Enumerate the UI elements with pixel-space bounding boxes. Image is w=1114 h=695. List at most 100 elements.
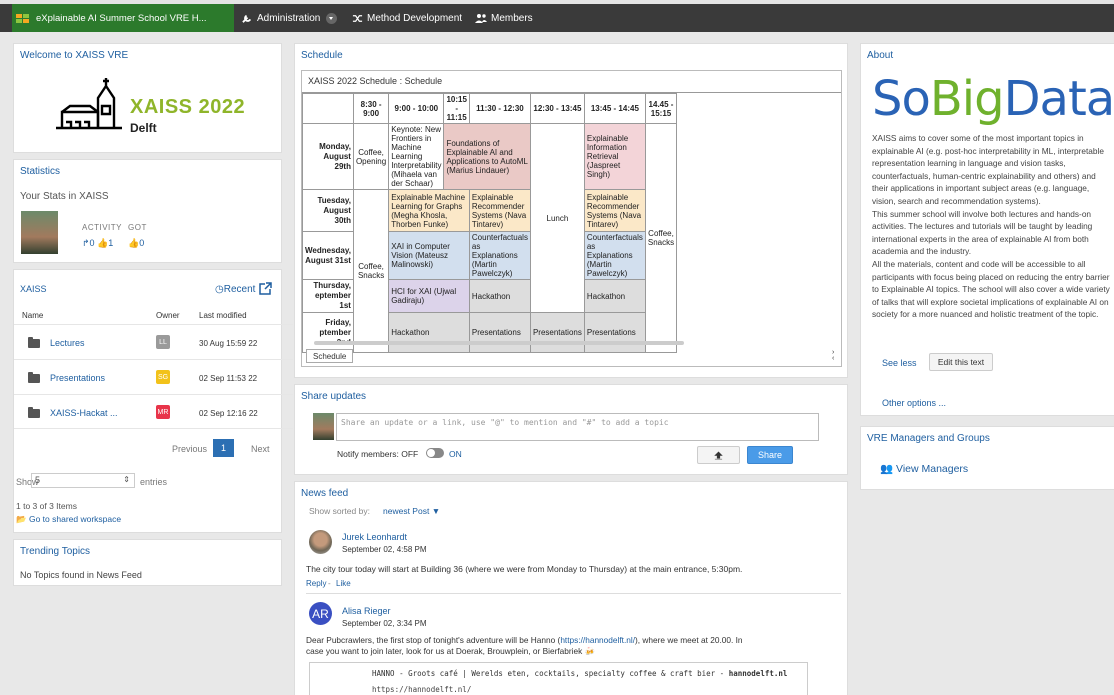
vre-home-link[interactable]: eXplainable AI Summer School VRE H... — [12, 4, 234, 32]
session-cell: Foundations of Explainable AI and Applic… — [443, 123, 531, 190]
share-title: Share updates — [301, 391, 367, 402]
pagination-page-1[interactable]: 1 — [213, 439, 234, 457]
column-name[interactable]: Name — [22, 311, 43, 320]
time-header: 10:15 - 11:15 — [443, 93, 470, 124]
see-less-link[interactable]: See less — [882, 358, 917, 368]
time-header: 9:00 - 10:00 — [388, 93, 445, 124]
reply-link[interactable]: Reply — [306, 579, 326, 588]
post-date: September 02, 3:34 PM — [342, 619, 427, 628]
xaiss-logo-title: XAISS 2022 — [130, 96, 246, 118]
day-label: Tuesday, August 30th — [302, 189, 354, 232]
schedule-title: Schedule — [301, 50, 343, 61]
session-cell: Counterfactuals as Explanations (Martin … — [468, 231, 531, 280]
got-label: GOT — [128, 223, 147, 232]
session-cell: Coffee, Snacks — [644, 123, 678, 353]
file-modified: 02 Sep 12:16 22 — [199, 409, 258, 418]
sort-dropdown[interactable]: newest Post ▼ — [383, 506, 440, 516]
time-header: 12:30 - 13:45 — [529, 93, 585, 124]
entries-select[interactable]: 5 ⇕ — [31, 473, 135, 488]
nav-method-development[interactable]: Method Development — [352, 4, 462, 32]
session-cell: Hackathon — [583, 279, 646, 313]
select-arrows-icon: ⇕ — [123, 475, 130, 484]
session-cell: Presentations — [529, 312, 585, 353]
column-last-modified[interactable]: Last modified — [199, 311, 247, 320]
notify-label: Notify members: OFF — [337, 449, 419, 459]
file-name[interactable]: XAISS-Hackat ... — [50, 408, 118, 418]
toggle-knob — [427, 449, 435, 457]
session-cell: Explainable Recommender Systems (Nava Ti… — [468, 189, 531, 232]
nav-administration-label: Administration — [257, 12, 321, 24]
workspace-title: XAISS — [20, 284, 47, 294]
day-label: Wednesday, August 31st — [302, 231, 354, 280]
session-cell: Explainable Machine Learning for Graphs … — [388, 189, 470, 232]
post-date: September 02, 4:58 PM — [342, 545, 427, 554]
vre-title: eXplainable AI Summer School VRE H... — [36, 12, 207, 24]
sort-value: newest Post — [383, 506, 430, 516]
session-cell: HCI for XAI (Ujwal Gadiraju) — [388, 279, 470, 313]
table-row[interactable]: Presentations SG 02 Sep 11:53 22 — [14, 359, 293, 394]
sheet-tab[interactable]: Schedule — [306, 349, 354, 363]
shared-workspace-label: Go to shared workspace — [28, 514, 122, 524]
notify-toggle[interactable] — [426, 448, 444, 458]
logo-part: Big — [929, 71, 1005, 127]
session-cell: XAI in Computer Vision (Mateusz Malinows… — [388, 231, 470, 280]
edit-text-button[interactable]: Edit this text — [929, 353, 993, 371]
vre-managers-panel: VRE Managers and Groups 👥 View Managers — [860, 426, 1114, 490]
session-cell: Keynote: New Frontiers in Machine Learni… — [388, 123, 445, 190]
about-text: XAISS aims to cover some of the most imp… — [872, 132, 1112, 321]
about-panel: About SoBigData XAISS aims to cover some… — [860, 43, 1114, 416]
separator: - — [328, 579, 331, 588]
link-preview-card[interactable]: HANNO - Groots café | Werelds eten, cock… — [309, 662, 808, 695]
post-text-part: ), where we meet at 20.00. In — [635, 635, 743, 645]
recent-link[interactable]: ◷Recent — [215, 284, 255, 295]
chevron-down-icon — [326, 12, 338, 24]
column-owner[interactable]: Owner — [156, 311, 180, 320]
horizontal-scrollbar[interactable] — [314, 341, 684, 345]
nav-members[interactable]: Members — [475, 4, 533, 32]
other-options-link[interactable]: Other options ... — [882, 398, 946, 408]
notify-on-label[interactable]: ON — [449, 449, 462, 459]
author-avatar — [309, 530, 332, 554]
pagination-previous[interactable]: Previous — [172, 444, 207, 454]
activity-values: ↱0 👍1 — [82, 238, 114, 248]
schedule-caption: XAISS 2022 Schedule : Schedule — [302, 71, 841, 93]
external-link-icon[interactable] — [259, 282, 272, 295]
delft-church-logo-icon — [56, 78, 122, 130]
file-name[interactable]: Presentations — [50, 373, 105, 383]
activity-label: ACTIVITY — [82, 223, 123, 232]
file-modified: 30 Aug 15:59 22 — [199, 339, 258, 348]
post-author[interactable]: Alisa Rieger — [342, 606, 391, 616]
got-values: 👍0 — [128, 238, 145, 248]
post-link[interactable]: https://hannodelft.nl/ — [560, 635, 635, 645]
view-managers-label: View Managers — [896, 463, 969, 475]
owner-badge: SG — [156, 370, 170, 384]
wrench-icon — [242, 14, 252, 23]
file-name[interactable]: Lectures — [50, 338, 85, 348]
session-cell: Lunch — [529, 123, 585, 313]
users-icon — [475, 14, 487, 23]
entries-label: entries — [140, 477, 168, 487]
view-managers-link[interactable]: 👥 View Managers — [880, 462, 968, 475]
time-header: 14.45 - 15:15 — [644, 93, 678, 124]
share-button[interactable]: Share — [747, 446, 793, 464]
table-row[interactable]: XAISS-Hackat ... MR 02 Sep 12:16 22 — [14, 394, 293, 429]
post-author[interactable]: Jurek Leonhardt — [342, 532, 407, 542]
pagination-next[interactable]: Next — [251, 444, 270, 454]
upload-icon — [714, 451, 723, 459]
share-textarea[interactable]: Share an update or a link, use "@" to me… — [336, 413, 819, 441]
scroll-arrows-icon[interactable]: › ‹ — [832, 349, 834, 362]
nav-administration[interactable]: Administration — [242, 4, 338, 32]
about-paragraph: This summer school will involve both lec… — [872, 208, 1093, 257]
folder-icon — [28, 372, 40, 383]
about-title: About — [867, 50, 894, 61]
statistics-panel: Statistics Your Stats in XAISS ACTIVITY … — [13, 159, 282, 263]
like-link[interactable]: Like — [336, 579, 351, 588]
shared-workspace-link[interactable]: 📂 Go to shared workspace — [16, 514, 121, 525]
vre-logo-icon — [16, 14, 29, 24]
table-row[interactable]: Lectures LL 30 Aug 15:59 22 — [14, 324, 293, 359]
xaiss-logo-subtitle: Delft — [130, 121, 157, 135]
upload-button[interactable] — [697, 446, 740, 464]
schedule-panel: Schedule XAISS 2022 Schedule : Schedule … — [294, 43, 848, 378]
day-label: Monday, August 29th — [302, 123, 354, 190]
nav-method-development-label: Method Development — [367, 12, 463, 24]
